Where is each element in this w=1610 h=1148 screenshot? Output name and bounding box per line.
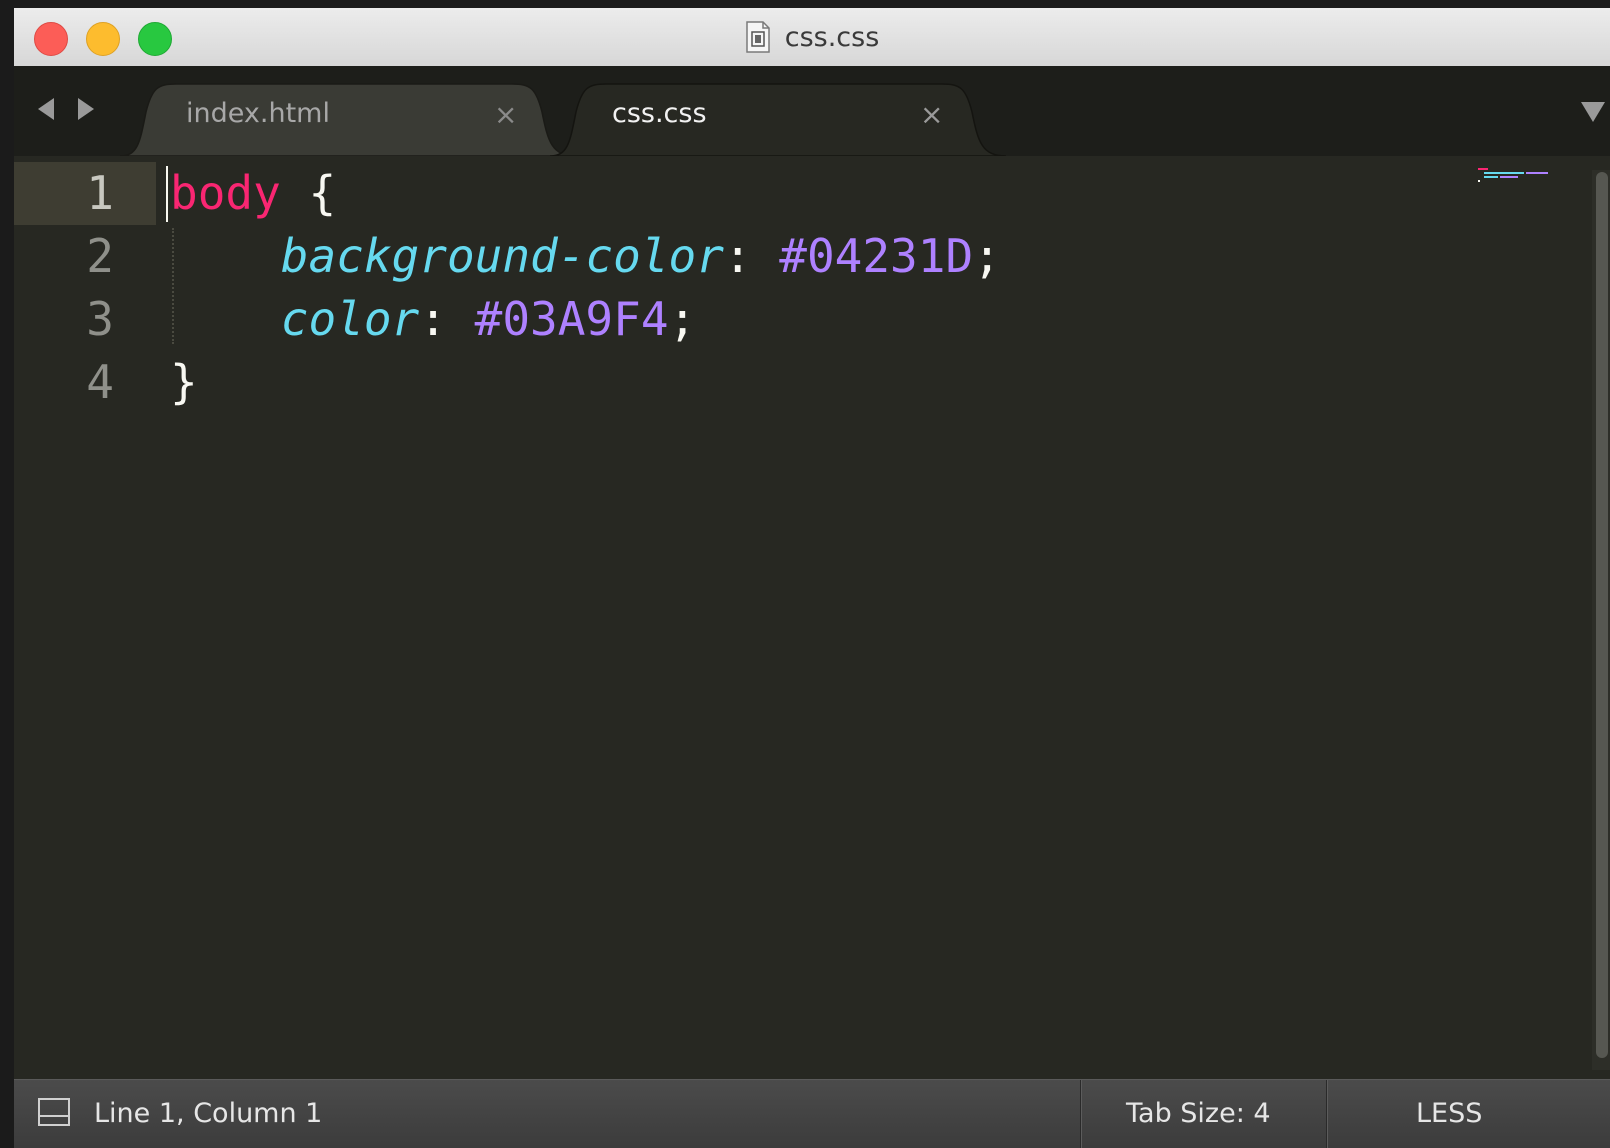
- css-selector: body: [170, 166, 281, 220]
- code-line[interactable]: body {: [170, 162, 1001, 225]
- css-value: #03A9F4: [474, 292, 669, 346]
- window-title: css.css: [784, 21, 880, 53]
- code-punctuation: [170, 292, 281, 346]
- tab-label: css.css: [612, 98, 707, 129]
- window-title-group: css.css: [14, 8, 1610, 66]
- minimap[interactable]: [1478, 166, 1558, 186]
- status-divider: [1080, 1080, 1082, 1148]
- code-editor[interactable]: 1 2 3 4 body { background-color: #04231D…: [14, 156, 1610, 1080]
- tab-bar: index.html × css.css ×: [14, 66, 1610, 156]
- code-line[interactable]: color: #03A9F4;: [170, 288, 1001, 351]
- css-value: #04231D: [779, 229, 974, 283]
- code-punctuation: [170, 229, 281, 283]
- tab-size-selector[interactable]: Tab Size: 4: [1126, 1098, 1271, 1129]
- tab-label: index.html: [186, 98, 330, 129]
- editor-window: css.css index.html × css.css × 1 2 3 4 b…: [14, 8, 1610, 1148]
- close-tab-icon[interactable]: ×: [494, 98, 517, 131]
- code-line[interactable]: background-color: #04231D;: [170, 225, 1001, 288]
- line-number: 3: [86, 292, 114, 346]
- code-line[interactable]: }: [170, 351, 1001, 414]
- text-cursor: [166, 166, 168, 222]
- code-brace: {: [280, 166, 337, 220]
- code-punctuation: :: [419, 292, 475, 346]
- code-brace: }: [170, 355, 198, 409]
- title-bar: css.css: [14, 8, 1610, 67]
- code-punctuation: ;: [668, 292, 697, 346]
- status-bar: Line 1, Column 1 Tab Size: 4 LESS: [14, 1079, 1610, 1148]
- tab-navigation: [34, 96, 98, 122]
- code-content[interactable]: body { background-color: #04231D; color:…: [170, 162, 1001, 414]
- line-number: 4: [86, 355, 114, 409]
- scrollbar-thumb[interactable]: [1596, 172, 1608, 1058]
- code-punctuation: ;: [973, 229, 1001, 283]
- previous-tab-icon[interactable]: [34, 96, 58, 122]
- tab-index-html[interactable]: index.html ×: [120, 82, 576, 156]
- panel-toggle-icon[interactable]: [38, 1098, 70, 1126]
- next-tab-icon[interactable]: [74, 96, 98, 122]
- cursor-position: Line 1, Column 1: [94, 1098, 323, 1129]
- code-punctuation: :: [723, 229, 780, 283]
- line-number: 1: [14, 162, 156, 225]
- css-property: background-color: [280, 229, 724, 283]
- syntax-selector[interactable]: LESS: [1416, 1098, 1482, 1129]
- tab-list-dropdown-icon[interactable]: [1580, 100, 1606, 124]
- status-divider: [1326, 1080, 1328, 1148]
- document-icon: [745, 21, 770, 53]
- css-property: color: [280, 292, 420, 346]
- line-number: 2: [86, 229, 114, 283]
- tab-css-css[interactable]: css.css ×: [550, 82, 1006, 156]
- close-tab-icon[interactable]: ×: [920, 98, 943, 131]
- line-number-gutter: 1 2 3 4: [14, 162, 156, 414]
